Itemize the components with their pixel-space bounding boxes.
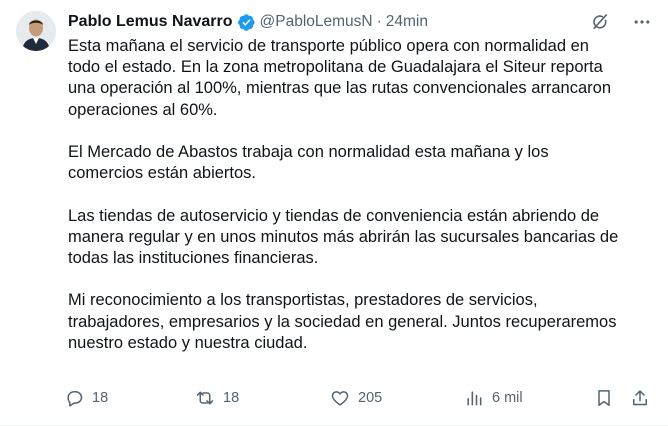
separator-dot: · [376,13,382,30]
author-name[interactable]: Pablo Lemus Navarro [68,13,233,31]
like-button[interactable]: 205 [330,388,382,408]
share-icon [633,390,647,406]
share-button[interactable] [630,388,650,408]
header-actions [589,10,653,34]
reply-button[interactable]: 18 [64,388,108,408]
views-count: 6 mil [492,390,523,406]
tweet-paragraph: Las tiendas de autoservicio y tiendas de… [68,206,619,267]
author-handle[interactable]: @PabloLemusN [260,13,373,31]
tweet-header: Pablo Lemus Navarro @PabloLemusN · 24min [68,10,653,34]
tweet[interactable]: Pablo Lemus Navarro @PabloLemusN · 24min [0,0,668,426]
tweet-text: Esta mañana el servicio de transporte pú… [68,36,653,354]
repost-icon [196,391,214,405]
reply-icon [67,391,83,407]
tweet-content: Pablo Lemus Navarro @PabloLemusN · 24min [68,10,653,354]
tweet-paragraph: El Mercado de Abastos trabaja con normal… [68,143,549,183]
repost-count: 18 [223,390,240,406]
avatar[interactable] [16,11,56,51]
reply-count: 18 [92,390,109,406]
bookmark-icon [598,390,610,406]
views-icon [467,391,482,406]
more-icon[interactable] [631,11,653,33]
verified-badge-icon[interactable] [237,13,256,32]
tweet-paragraph: Mi reconocimiento a los transportistas, … [68,291,617,352]
tweet-timestamp[interactable]: 24min [386,13,428,31]
tweet-actions: 18 18 205 6 mil [64,386,658,410]
heart-icon [331,391,349,406]
grok-icon[interactable] [589,11,611,33]
tweet-paragraph: Esta mañana el servicio de transporte pú… [68,37,611,119]
bookmark-button[interactable] [594,388,614,408]
views-button[interactable]: 6 mil [464,388,523,408]
like-count: 205 [358,390,383,406]
repost-button[interactable]: 18 [195,388,239,408]
avatar-image [16,11,56,51]
